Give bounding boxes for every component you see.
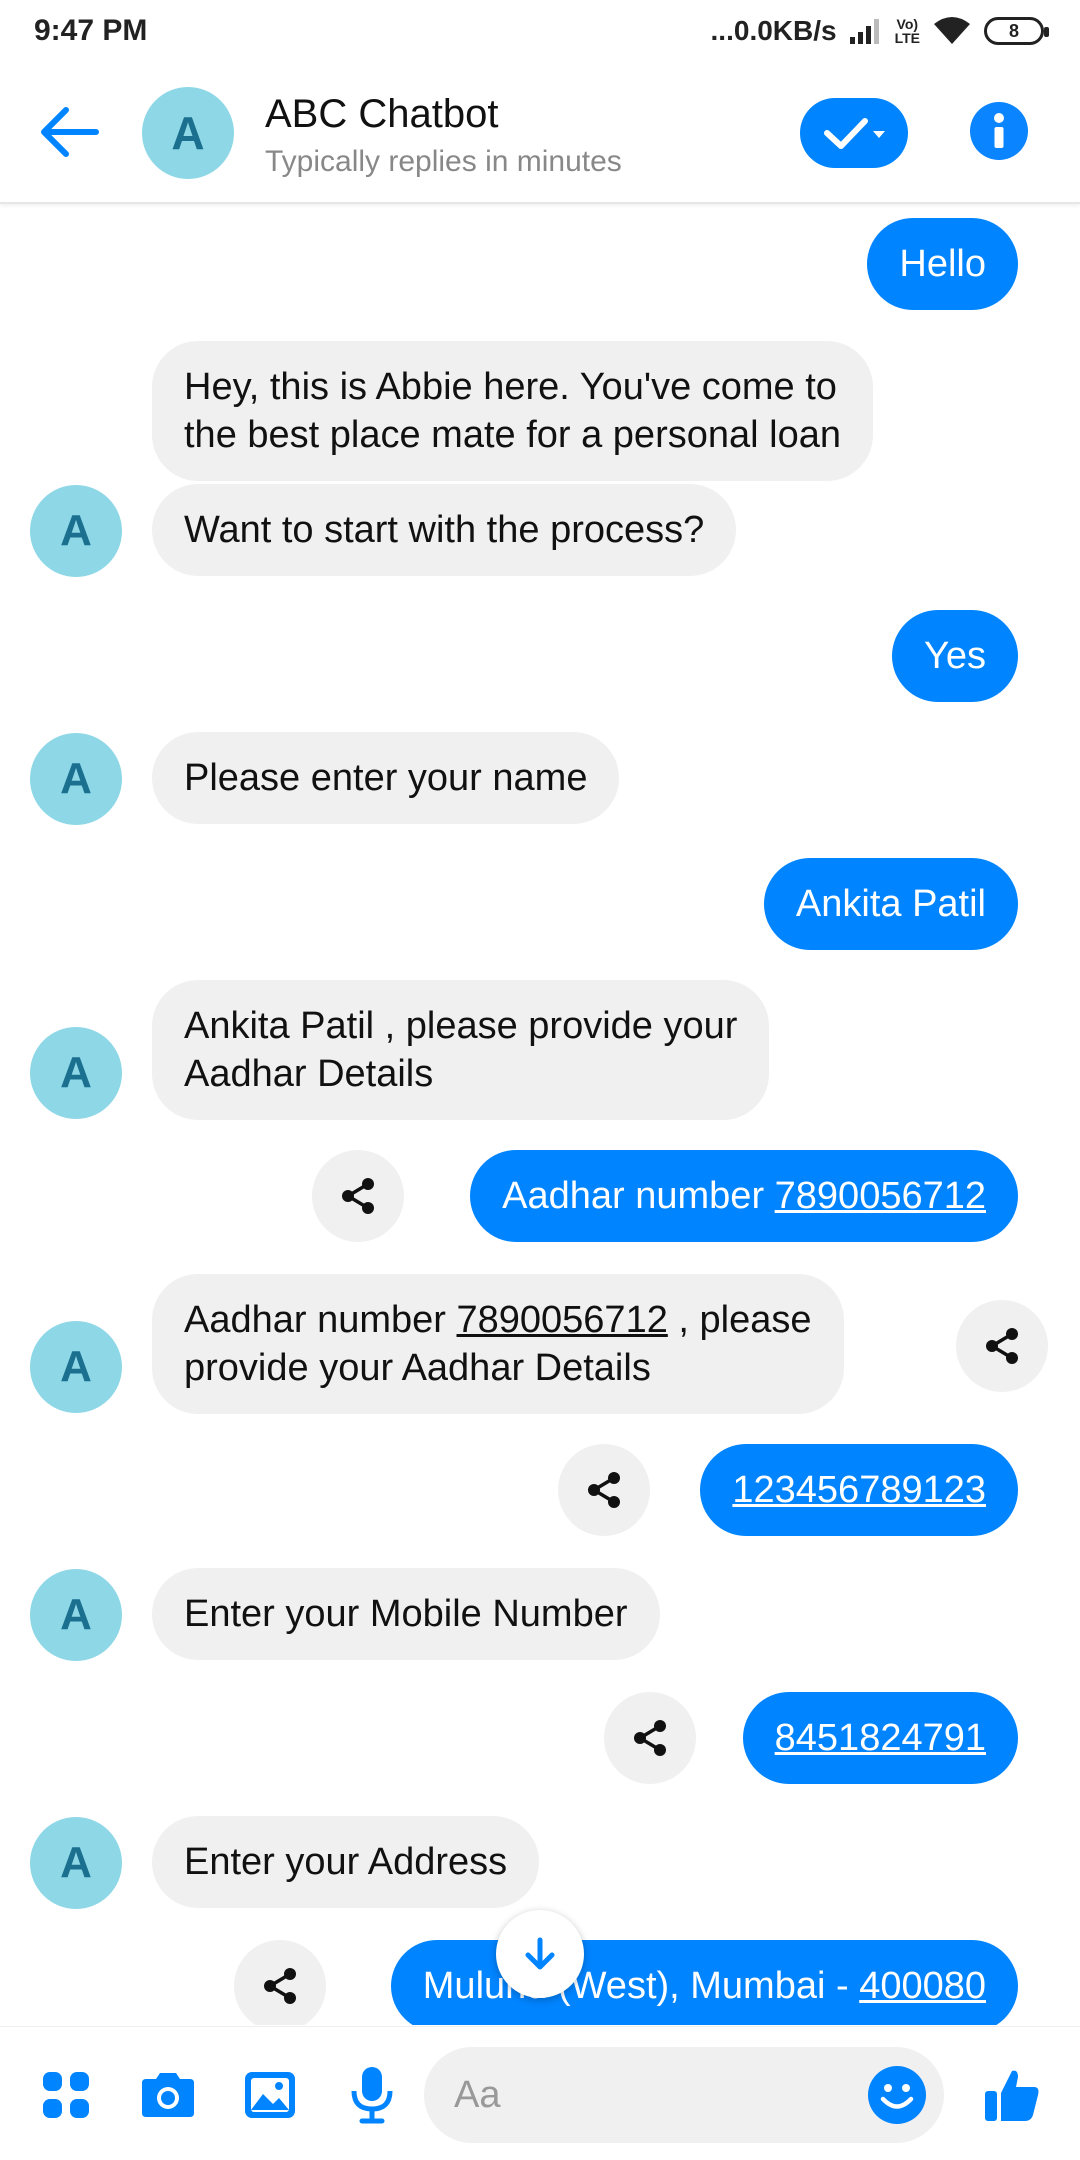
share-icon bbox=[986, 1328, 1018, 1364]
share-icon bbox=[588, 1472, 620, 1508]
message-outgoing[interactable]: Mulund (West), Mumbai - 400080 bbox=[390, 1940, 1018, 2025]
chat-title[interactable]: ABC Chatbot bbox=[265, 92, 498, 137]
share-button[interactable] bbox=[956, 1300, 1048, 1392]
volte-indicator: Vo) LTE bbox=[894, 16, 920, 46]
message-outgoing[interactable]: Hello bbox=[867, 218, 1018, 310]
bot-avatar[interactable]: A bbox=[30, 1817, 122, 1909]
share-button[interactable] bbox=[604, 1692, 696, 1784]
message-outgoing[interactable]: 123456789123 bbox=[700, 1444, 1018, 1536]
status-bar: 9:47 PM ...0.0KB/s Vo) LTE 8 bbox=[0, 0, 1080, 62]
phone-link[interactable]: 123456789123 bbox=[732, 1469, 986, 1511]
message-input[interactable] bbox=[424, 2047, 944, 2143]
gallery-button[interactable] bbox=[238, 2063, 302, 2127]
thumbs-up-icon bbox=[985, 2070, 1039, 2121]
camera-icon bbox=[142, 2073, 194, 2117]
bot-avatar[interactable]: A bbox=[30, 733, 122, 825]
message-outgoing[interactable]: Ankita Patil bbox=[763, 858, 1018, 950]
signal-icon bbox=[849, 19, 879, 44]
gallery-icon bbox=[245, 2072, 295, 2118]
emoji-button[interactable] bbox=[868, 2066, 926, 2124]
back-arrow-icon bbox=[41, 107, 99, 157]
info-button[interactable] bbox=[970, 102, 1028, 160]
scroll-to-bottom-button[interactable] bbox=[496, 1910, 584, 1998]
message-incoming[interactable]: Enter your Address bbox=[152, 1816, 540, 1908]
message-incoming[interactable]: Want to start with the process? bbox=[152, 484, 737, 576]
bot-avatar[interactable]: A bbox=[30, 1321, 122, 1413]
message-outgoing[interactable]: Aadhar number 7890056712 bbox=[470, 1150, 1018, 1242]
status-indicators: ...0.0KB/s Vo) LTE 8 bbox=[710, 15, 1049, 47]
bot-avatar[interactable]: A bbox=[30, 1027, 122, 1119]
message-incoming[interactable]: Please enter your name bbox=[152, 732, 620, 824]
message-incoming[interactable]: Aadhar number 7890056712 , please provid… bbox=[152, 1274, 844, 1414]
bot-avatar[interactable]: A bbox=[30, 1569, 122, 1661]
status-time: 9:47 PM bbox=[34, 14, 148, 47]
share-icon bbox=[342, 1178, 374, 1214]
share-icon bbox=[264, 1968, 296, 2004]
apps-icon bbox=[43, 2072, 89, 2118]
message-incoming[interactable]: Enter your Mobile Number bbox=[152, 1568, 660, 1660]
phone-link[interactable]: 7890056712 bbox=[457, 1299, 668, 1341]
message-outgoing[interactable]: Yes bbox=[892, 610, 1018, 702]
microphone-button[interactable] bbox=[340, 2063, 404, 2127]
info-icon bbox=[994, 113, 1004, 148]
share-button[interactable] bbox=[234, 1940, 326, 2025]
phone-link[interactable]: 400080 bbox=[859, 1965, 986, 2007]
check-icon bbox=[824, 118, 885, 149]
message-composer bbox=[0, 2026, 1080, 2160]
like-button[interactable] bbox=[980, 2063, 1044, 2127]
phone-link[interactable]: 7890056712 bbox=[775, 1175, 986, 1217]
wifi-icon bbox=[934, 17, 970, 44]
message-incoming[interactable]: Hey, this is Abbie here. You've come to … bbox=[152, 341, 873, 481]
chatbot-avatar[interactable]: A bbox=[142, 87, 234, 179]
network-speed: ...0.0KB/s bbox=[710, 15, 837, 46]
share-button[interactable] bbox=[558, 1444, 650, 1536]
arrow-down-icon bbox=[525, 1937, 555, 1970]
phone-link[interactable]: 8451824791 bbox=[775, 1717, 986, 1759]
share-icon bbox=[634, 1720, 666, 1756]
back-button[interactable] bbox=[36, 102, 106, 162]
camera-button[interactable] bbox=[136, 2063, 200, 2127]
check-dropdown-button[interactable] bbox=[800, 98, 908, 168]
message-incoming[interactable]: Ankita Patil , please provide your Aadha… bbox=[152, 980, 770, 1120]
apps-button[interactable] bbox=[34, 2063, 98, 2127]
message-outgoing[interactable]: 8451824791 bbox=[742, 1692, 1018, 1784]
share-button[interactable] bbox=[312, 1150, 404, 1242]
microphone-icon bbox=[351, 2067, 393, 2124]
message-list[interactable]: Hello Hey, this is Abbie here. You've co… bbox=[0, 205, 1080, 2025]
chat-subtitle: Typically replies in minutes bbox=[265, 145, 622, 178]
battery-icon: 8 bbox=[984, 17, 1049, 45]
bot-avatar[interactable]: A bbox=[30, 485, 122, 577]
emoji-icon bbox=[880, 2084, 914, 2109]
chat-header: A ABC Chatbot Typically replies in minut… bbox=[0, 62, 1080, 204]
